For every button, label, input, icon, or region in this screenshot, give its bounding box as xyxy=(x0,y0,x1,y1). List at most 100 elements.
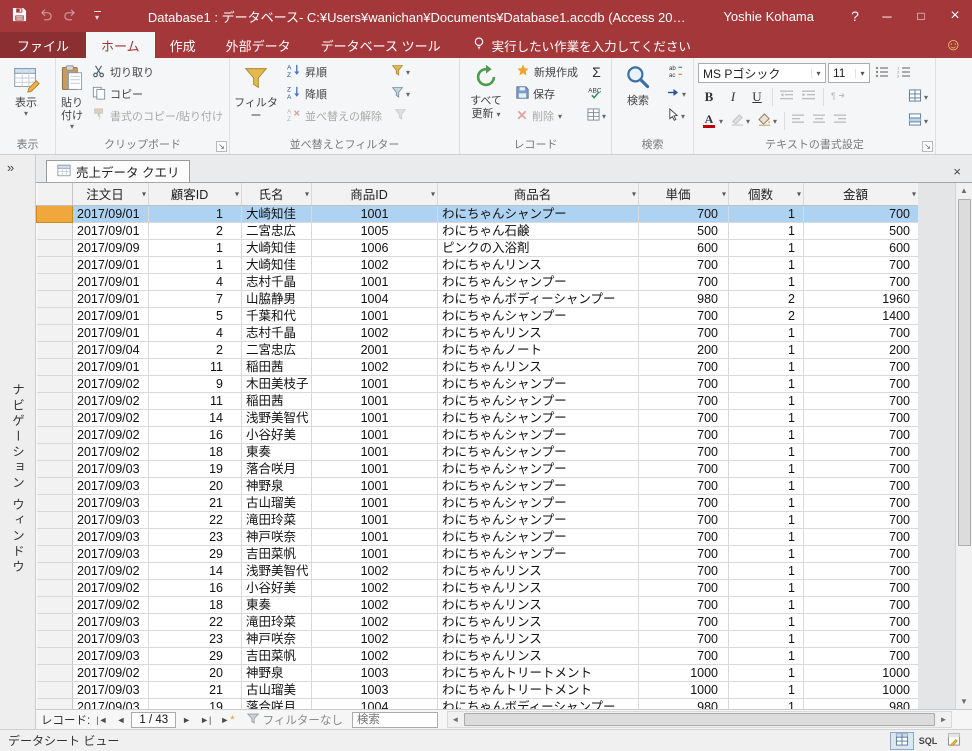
datasheet-cell[interactable]: 700 xyxy=(638,409,729,427)
datasheet-cell[interactable]: 2017/09/02 xyxy=(72,579,149,597)
datasheet-cell[interactable]: 2017/09/03 xyxy=(72,545,149,563)
highlight-color-button[interactable]: ▾ xyxy=(728,110,753,132)
spelling-button[interactable]: ABC xyxy=(584,83,609,105)
datasheet-cell[interactable]: 22 xyxy=(148,511,242,529)
scroll-left-icon[interactable]: ◄ xyxy=(448,715,463,724)
datasheet-cell[interactable]: 700 xyxy=(638,460,729,478)
datasheet-cell[interactable]: 2 xyxy=(728,290,804,308)
datasheet-cell[interactable]: 2 xyxy=(148,341,242,359)
datasheet-cell[interactable]: 1000 xyxy=(638,664,729,682)
datasheet-cell[interactable]: 700 xyxy=(803,579,918,597)
datasheet-cell[interactable]: 吉田菜帆 xyxy=(241,545,312,563)
row-selector[interactable] xyxy=(36,545,73,563)
datasheet-cell[interactable]: 700 xyxy=(803,647,918,665)
datasheet-cell[interactable]: 1 xyxy=(148,239,242,257)
expand-nav-pane-icon[interactable]: » xyxy=(0,155,35,175)
datasheet-cell[interactable]: 700 xyxy=(803,392,918,410)
datasheet-cell[interactable]: 1 xyxy=(728,698,804,709)
datasheet-cell[interactable]: 21 xyxy=(148,494,242,512)
datasheet-cell[interactable]: 200 xyxy=(638,341,729,359)
datasheet-cell[interactable]: 1001 xyxy=(311,545,438,563)
datasheet-cell[interactable]: 700 xyxy=(803,375,918,393)
new-record-button[interactable]: 新規作成 xyxy=(512,61,582,83)
row-selector[interactable] xyxy=(36,681,73,699)
datasheet-cell[interactable]: 700 xyxy=(803,613,918,631)
datasheet-cell[interactable]: 2017/09/03 xyxy=(72,460,149,478)
filter-status[interactable]: フィルターなし xyxy=(246,712,343,728)
column-header[interactable]: 注文日 ▾ xyxy=(72,183,149,206)
datasheet-cell[interactable]: 1 xyxy=(728,256,804,274)
cut-button[interactable]: 切り取り xyxy=(88,61,227,83)
datasheet-cell[interactable]: 2017/09/02 xyxy=(72,392,149,410)
underline-button[interactable]: U xyxy=(746,86,768,108)
datasheet-cell[interactable]: 2017/09/02 xyxy=(72,409,149,427)
scroll-right-icon[interactable]: ► xyxy=(936,715,951,724)
datasheet-cell[interactable]: 1 xyxy=(728,681,804,699)
row-selector[interactable] xyxy=(36,494,73,512)
datasheet-view-button[interactable] xyxy=(890,731,914,750)
datasheet-cell[interactable]: わにちゃんシャンプー xyxy=(437,528,639,546)
datasheet-cell[interactable]: 700 xyxy=(638,324,729,342)
datasheet-cell[interactable]: 2017/09/01 xyxy=(72,358,149,376)
datasheet-cell[interactable]: 600 xyxy=(638,239,729,257)
datasheet-cell[interactable]: 1 xyxy=(728,460,804,478)
datasheet-cell[interactable]: 1001 xyxy=(311,426,438,444)
toggle-filter-button[interactable] xyxy=(388,105,413,127)
tab-home[interactable]: ホーム xyxy=(86,32,155,58)
datasheet-cell[interactable]: わにちゃんリンス xyxy=(437,562,639,580)
datasheet-cell[interactable]: 700 xyxy=(638,273,729,291)
redo-button[interactable] xyxy=(58,0,84,32)
datasheet-cell[interactable]: わにちゃんシャンプー xyxy=(437,307,639,325)
scroll-down-icon[interactable]: ▼ xyxy=(956,694,972,709)
design-view-button[interactable] xyxy=(942,732,966,750)
datasheet-cell[interactable]: 小谷好美 xyxy=(241,426,312,444)
datasheet-cell[interactable]: 700 xyxy=(638,256,729,274)
datasheet-cell[interactable]: 1001 xyxy=(311,460,438,478)
previous-record-button[interactable]: ◄ xyxy=(113,715,128,725)
datasheet-cell[interactable]: わにちゃんノート xyxy=(437,341,639,359)
filter-dropdown-icon[interactable]: ▾ xyxy=(632,189,636,198)
datasheet-cell[interactable]: 700 xyxy=(638,426,729,444)
datasheet-cell[interactable]: 700 xyxy=(638,579,729,597)
datasheet-cell[interactable]: わにちゃんシャンプー xyxy=(437,443,639,461)
datasheet-cell[interactable]: 19 xyxy=(148,460,242,478)
datasheet-cell[interactable]: 千葉和代 xyxy=(241,307,312,325)
datasheet-cell[interactable]: 東奏 xyxy=(241,596,312,614)
datasheet-cell[interactable]: わにちゃんシャンプー xyxy=(437,409,639,427)
datasheet-cell[interactable]: 16 xyxy=(148,426,242,444)
more-records-button[interactable]: ▾ xyxy=(584,105,609,127)
feedback-smiley-icon[interactable]: ☺ xyxy=(945,32,962,58)
datasheet-cell[interactable]: 700 xyxy=(803,358,918,376)
vertical-scrollbar[interactable]: ▲ ▼ xyxy=(955,183,972,709)
tab-create[interactable]: 作成 xyxy=(155,32,211,58)
datasheet-cell[interactable]: 二宮忠広 xyxy=(241,222,312,240)
row-selector[interactable] xyxy=(36,375,73,393)
datasheet-cell[interactable]: 志村千晶 xyxy=(241,273,312,291)
datasheet-cell[interactable]: 14 xyxy=(148,562,242,580)
datasheet-cell[interactable]: 18 xyxy=(148,443,242,461)
datasheet-cell[interactable]: わにちゃんリンス xyxy=(437,596,639,614)
datasheet-cell[interactable]: 1006 xyxy=(311,239,438,257)
filter-dropdown-icon[interactable]: ▾ xyxy=(235,189,239,198)
row-selector[interactable] xyxy=(36,239,73,257)
tab-file[interactable]: ファイル xyxy=(0,32,87,58)
datasheet-cell[interactable]: 700 xyxy=(638,375,729,393)
datasheet-cell[interactable]: 700 xyxy=(803,545,918,563)
select-all-corner[interactable] xyxy=(36,183,73,206)
datasheet-cell[interactable]: 11 xyxy=(148,358,242,376)
refresh-all-button[interactable]: すべて 更新 ▾ xyxy=(462,61,510,121)
qat-customize-button[interactable]: ▾ xyxy=(84,0,110,32)
datasheet-cell[interactable]: 700 xyxy=(638,630,729,648)
datasheet-cell[interactable]: 滝田玲菜 xyxy=(241,511,312,529)
datasheet-cell[interactable]: 700 xyxy=(638,358,729,376)
row-selector[interactable] xyxy=(36,596,73,614)
datasheet-cell[interactable]: 稲田茜 xyxy=(241,358,312,376)
datasheet-cell[interactable]: 1 xyxy=(728,324,804,342)
datasheet-cell[interactable]: 700 xyxy=(803,443,918,461)
datasheet-cell[interactable]: 980 xyxy=(803,698,918,709)
datasheet-cell[interactable]: 1400 xyxy=(803,307,918,325)
background-color-button[interactable]: ▾ xyxy=(755,110,780,132)
align-left-button[interactable] xyxy=(789,110,808,132)
datasheet-cell[interactable]: 1001 xyxy=(311,273,438,291)
datasheet-cell[interactable]: 700 xyxy=(803,630,918,648)
